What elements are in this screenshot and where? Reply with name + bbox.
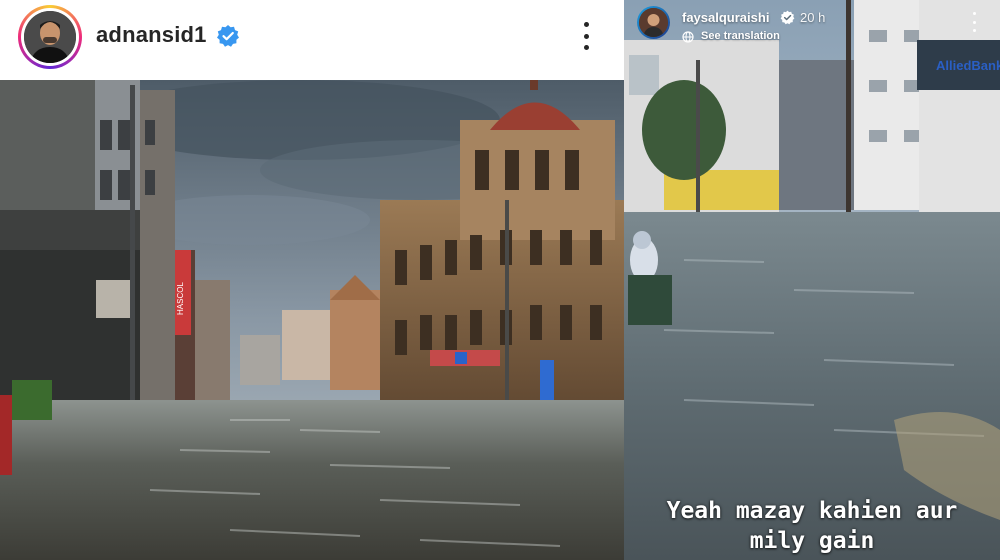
more-vertical-icon — [972, 12, 976, 15]
verified-badge-icon — [780, 10, 795, 25]
see-translation-link[interactable]: See translation — [701, 30, 780, 42]
story-caption: Yeah mazay kahien aur mily gain — [642, 496, 982, 556]
story-timestamp: 20 h — [800, 10, 826, 25]
profile-avatar[interactable] — [18, 5, 82, 69]
post-image[interactable]: HASCOL — [0, 80, 624, 560]
hascol-sign-text: HASCOL — [176, 282, 185, 315]
alliedbank-sign-text: AlliedBank — [936, 58, 1000, 73]
verified-badge-icon — [217, 25, 239, 47]
globe-icon — [682, 31, 694, 43]
instagram-post: adnansid1 HASCOL — [0, 0, 624, 560]
story-username[interactable]: faysalquraishi — [682, 10, 769, 25]
caption-line-2: mily gain — [749, 528, 875, 554]
more-options-button[interactable] — [576, 18, 596, 54]
story-avatar[interactable] — [637, 6, 670, 39]
more-vertical-icon — [583, 22, 589, 27]
caption-line-1: Yeah mazay kahien aur — [666, 498, 958, 524]
post-header: adnansid1 — [0, 0, 624, 80]
story-more-options-button[interactable] — [970, 12, 978, 32]
instagram-story[interactable]: AlliedBank faysalquraishi 20 h See trans… — [624, 0, 1000, 560]
post-username[interactable]: adnansid1 — [96, 22, 207, 48]
story-image: AlliedBank — [624, 0, 1000, 560]
avatar-photo — [24, 11, 76, 63]
